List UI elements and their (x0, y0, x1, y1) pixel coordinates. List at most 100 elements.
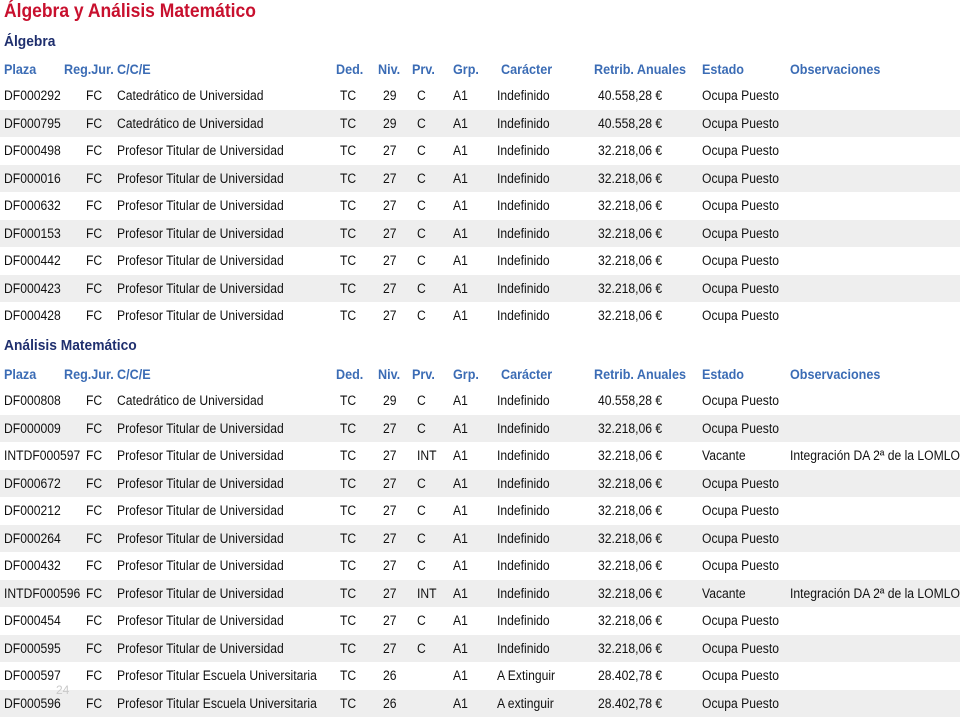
cell-reg-jur: FC (86, 668, 103, 683)
cell-cce: Profesor Titular de Universidad (117, 640, 284, 656)
cell-plaza: DF000672 (4, 475, 61, 491)
cell-reg-jur: FC (86, 280, 103, 296)
cell-estado: Ocupa Puesto (702, 115, 780, 131)
cell-plaza: DF000595 (4, 640, 61, 656)
cell-caracter: Indefinido (497, 170, 550, 186)
cell-estado: Ocupa Puesto (702, 640, 780, 656)
cell-caracter: Indefinido (497, 613, 550, 628)
cell-plaza: DF000428 (4, 308, 61, 323)
cell-cce: Profesor Titular de Universidad (117, 475, 284, 491)
cell-estado: Ocupa Puesto (702, 143, 780, 158)
cell-ded: TC (340, 640, 357, 656)
table-row: DF000454 FC Profesor Titular de Universida… (0, 607, 960, 635)
cell-cce: Catedrático de Universidad (117, 88, 264, 103)
header-plaza: Plaza (4, 366, 37, 382)
cell-caracter: Indefinido (497, 88, 550, 103)
cell-reg-jur: FC (86, 475, 103, 491)
cell-reg-jur: FC (86, 448, 103, 463)
cell-prv: C (417, 558, 426, 573)
cell-grp: A1 (453, 253, 468, 268)
cell-estado: Ocupa Puesto (702, 88, 780, 103)
table-row: INTDF000596 FC Profesor Titular de Univers… (0, 579, 960, 607)
cell-plaza: DF000442 (4, 253, 61, 268)
header-caracter: Carácter (501, 366, 553, 382)
cell-reg-jur: FC (86, 308, 103, 323)
cell-estado: Ocupa Puesto (702, 308, 780, 323)
cell-ded: TC (340, 253, 357, 268)
cell-niv: 27 (383, 585, 397, 601)
cell-reg-jur: FC (86, 503, 103, 518)
table-row: DF000672 FC Profesor Titular de Universida… (0, 469, 960, 497)
cell-cce: Profesor Titular de Universidad (117, 253, 284, 268)
cell-ded: TC (340, 308, 357, 323)
header-observaciones: Observaciones (790, 366, 881, 382)
section-title-algebra: Álgebra (4, 33, 56, 50)
cell-estado: Ocupa Puesto (702, 695, 780, 711)
cell-caracter: Indefinido (497, 115, 550, 131)
cell-estado: Ocupa Puesto (702, 613, 780, 628)
header-reg-jur: Reg.Jur. (64, 61, 114, 77)
cell-reg-jur: FC (86, 88, 103, 103)
table-row: INTDF000597 FC Profesor Titular de Univers… (0, 442, 960, 470)
cell-grp: A1 (453, 420, 468, 436)
cell-niv: 27 (383, 198, 397, 213)
cell-plaza: DF000597 (4, 668, 61, 683)
cell-retrib: 40.558,28 € (598, 115, 663, 131)
header-niv: Niv. (378, 61, 401, 77)
cell-plaza: DF000153 (4, 225, 61, 241)
cell-grp: A1 (453, 695, 468, 711)
section-title-analisis: Análisis Matemático (4, 337, 137, 354)
cell-cce: Profesor Titular de Universidad (117, 143, 284, 158)
cell-niv: 27 (383, 558, 397, 573)
cell-grp: A1 (453, 308, 468, 323)
table-row: DF000153 FC Profesor Titular de Universida… (0, 219, 960, 247)
cell-prv: C (417, 393, 426, 408)
cell-caracter: Indefinido (497, 280, 550, 296)
table-row: DF000423 FC Profesor Titular de Universida… (0, 274, 960, 302)
cell-prv: C (417, 420, 426, 436)
cell-grp: A1 (453, 640, 468, 656)
header-ded: Ded. (336, 366, 364, 382)
cell-ded: TC (340, 668, 357, 683)
cell-caracter: Indefinido (497, 585, 550, 601)
cell-retrib: 32.218,06 € (598, 170, 663, 186)
cell-cce: Profesor Titular de Universidad (117, 308, 284, 323)
cell-prv: C (417, 308, 426, 323)
cell-niv: 29 (383, 393, 397, 408)
cell-grp: A1 (453, 393, 468, 408)
cell-retrib: 32.218,06 € (598, 613, 663, 628)
cell-caracter: Indefinido (497, 308, 550, 323)
header-prv: Prv. (412, 366, 435, 382)
cell-prv: C (417, 115, 426, 131)
header-niv: Niv. (378, 366, 401, 382)
cell-prv: C (417, 530, 426, 546)
cell-plaza: INTDF000596 (4, 585, 81, 601)
header-observaciones: Observaciones (790, 61, 881, 77)
cell-prv: C (417, 225, 426, 241)
cell-ded: TC (340, 530, 357, 546)
table-row: DF000428 FC Profesor Titular de Universida… (0, 302, 960, 330)
cell-grp: A1 (453, 448, 468, 463)
cell-niv: 27 (383, 225, 397, 241)
cell-niv: 27 (383, 475, 397, 491)
cell-caracter: A Extinguir (497, 668, 556, 683)
header-grp: Grp. (453, 366, 479, 382)
cell-niv: 29 (383, 88, 397, 103)
table-row: DF000292 FC Catedrático de Universidad TC 29… (0, 82, 960, 110)
cell-ded: TC (340, 225, 357, 241)
cell-niv: 27 (383, 170, 397, 186)
table-row: DF000808 FC Catedrático de Universidad TC 29… (0, 387, 960, 415)
cell-niv: 26 (383, 668, 397, 683)
cell-reg-jur: FC (86, 143, 103, 158)
cell-plaza: DF000009 (4, 420, 61, 436)
cell-estado: Ocupa Puesto (702, 170, 780, 186)
cell-prv: C (417, 613, 426, 628)
cell-ded: TC (340, 448, 357, 463)
cell-niv: 27 (383, 280, 397, 296)
cell-retrib: 32.218,06 € (598, 558, 663, 573)
cell-estado: Ocupa Puesto (702, 253, 780, 268)
cell-prv: C (417, 88, 426, 103)
cell-estado: Ocupa Puesto (702, 198, 780, 213)
header-prv: Prv. (412, 61, 435, 77)
cell-retrib: 32.218,06 € (598, 280, 663, 296)
